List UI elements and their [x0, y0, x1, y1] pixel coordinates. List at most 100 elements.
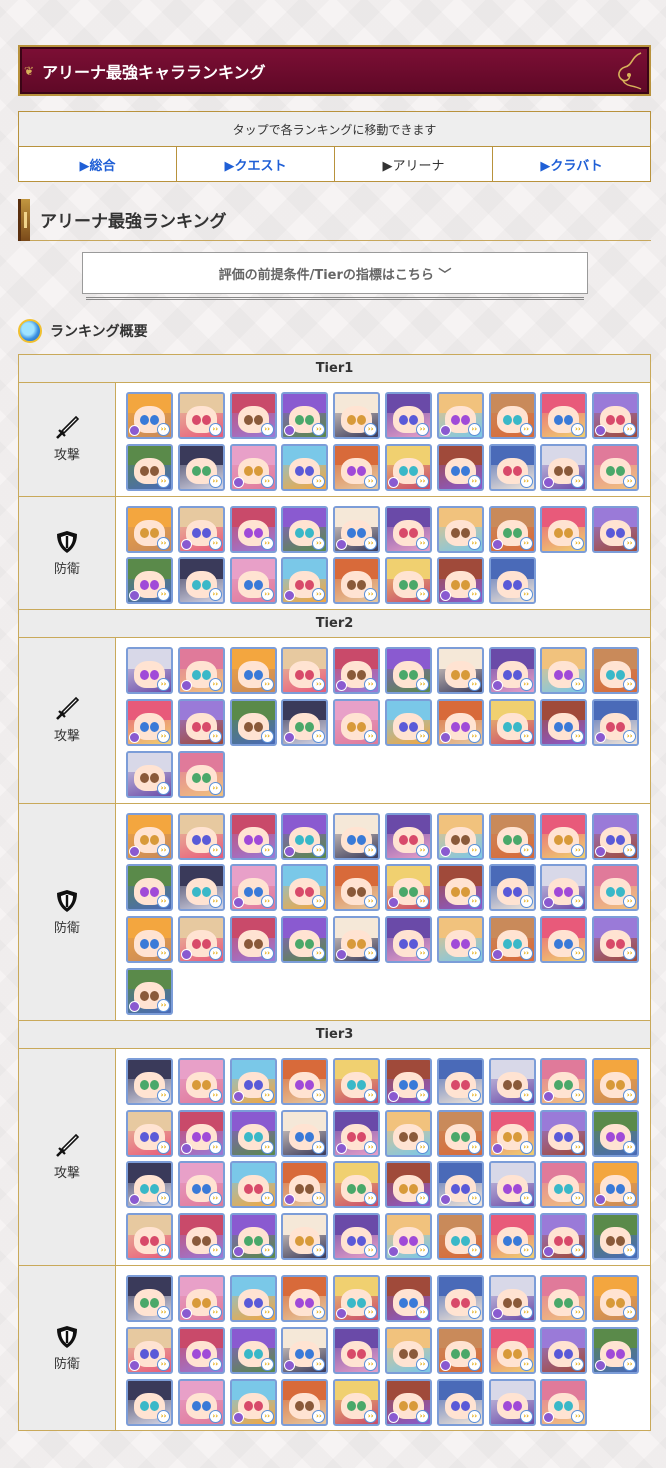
tab-overall[interactable]: ▶総合 [19, 147, 177, 181]
character-icon[interactable]: ›› [177, 750, 225, 798]
character-icon[interactable]: ›› [333, 1378, 381, 1426]
character-icon[interactable]: ›› [592, 864, 640, 912]
character-icon[interactable]: ›› [333, 505, 381, 553]
character-icon[interactable]: ›› [281, 1213, 329, 1261]
character-icon[interactable]: ›› [592, 812, 640, 860]
character-icon[interactable]: ›› [281, 1109, 329, 1157]
character-icon[interactable]: ›› [384, 1213, 432, 1261]
character-icon[interactable]: ›› [281, 557, 329, 605]
character-icon[interactable]: ›› [229, 443, 277, 491]
character-icon[interactable]: ›› [333, 392, 381, 439]
character-icon[interactable]: ›› [281, 647, 329, 695]
character-icon[interactable]: ›› [281, 864, 329, 912]
character-icon[interactable]: ›› [229, 1326, 277, 1374]
character-icon[interactable]: ›› [229, 1213, 277, 1261]
character-icon[interactable]: ›› [488, 698, 536, 746]
character-icon[interactable]: ›› [281, 1057, 329, 1105]
character-icon[interactable]: ›› [177, 1326, 225, 1374]
character-icon[interactable]: ›› [384, 916, 432, 964]
character-icon[interactable]: ›› [592, 647, 640, 695]
character-icon[interactable]: ›› [229, 392, 277, 439]
character-icon[interactable]: ›› [436, 864, 484, 912]
character-icon[interactable]: ›› [488, 1161, 536, 1209]
character-icon[interactable]: ›› [436, 1109, 484, 1157]
character-icon[interactable]: ›› [126, 864, 173, 912]
character-icon[interactable]: ›› [126, 1161, 173, 1209]
character-icon[interactable]: ›› [177, 698, 225, 746]
character-icon[interactable]: ›› [592, 443, 640, 491]
character-icon[interactable]: ›› [592, 392, 640, 439]
character-icon[interactable]: ›› [177, 1057, 225, 1105]
character-icon[interactable]: ›› [592, 1109, 640, 1157]
character-icon[interactable]: ›› [333, 916, 381, 964]
character-icon[interactable]: ›› [592, 698, 640, 746]
character-icon[interactable]: ›› [333, 698, 381, 746]
character-icon[interactable]: ›› [384, 864, 432, 912]
character-icon[interactable]: ›› [384, 1378, 432, 1426]
character-icon[interactable]: ›› [333, 647, 381, 695]
character-icon[interactable]: ›› [540, 916, 588, 964]
character-icon[interactable]: ›› [540, 647, 588, 695]
character-icon[interactable]: ›› [488, 1057, 536, 1105]
character-icon[interactable]: ›› [229, 812, 277, 860]
character-icon[interactable]: ›› [592, 1274, 640, 1322]
character-icon[interactable]: ›› [281, 1378, 329, 1426]
character-icon[interactable]: ›› [177, 505, 225, 553]
character-icon[interactable]: ›› [229, 1161, 277, 1209]
character-icon[interactable]: ›› [177, 557, 225, 605]
character-icon[interactable]: ›› [177, 1213, 225, 1261]
tab-arena[interactable]: ▶アリーナ [335, 147, 493, 181]
character-icon[interactable]: ›› [126, 505, 173, 553]
character-icon[interactable]: ›› [436, 1161, 484, 1209]
character-icon[interactable]: ›› [384, 698, 432, 746]
character-icon[interactable]: ›› [126, 750, 173, 798]
character-icon[interactable]: ›› [281, 1326, 329, 1374]
character-icon[interactable]: ›› [488, 1378, 536, 1426]
character-icon[interactable]: ›› [126, 812, 173, 860]
character-icon[interactable]: ›› [229, 647, 277, 695]
character-icon[interactable]: ›› [540, 1109, 588, 1157]
character-icon[interactable]: ›› [540, 1057, 588, 1105]
character-icon[interactable]: ›› [281, 1274, 329, 1322]
character-icon[interactable]: ›› [229, 505, 277, 553]
character-icon[interactable]: ›› [229, 1109, 277, 1157]
tab-clan-battle[interactable]: ▶クラバト [493, 147, 650, 181]
character-icon[interactable]: ›› [488, 1213, 536, 1261]
character-icon[interactable]: ›› [177, 443, 225, 491]
character-icon[interactable]: ›› [592, 1213, 640, 1261]
character-icon[interactable]: ›› [488, 864, 536, 912]
character-icon[interactable]: ›› [436, 1326, 484, 1374]
character-icon[interactable]: ›› [333, 1274, 381, 1322]
character-icon[interactable]: ›› [126, 916, 173, 964]
character-icon[interactable]: ›› [488, 1326, 536, 1374]
character-icon[interactable]: ›› [281, 443, 329, 491]
character-icon[interactable]: ›› [281, 698, 329, 746]
character-icon[interactable]: ›› [540, 1326, 588, 1374]
character-icon[interactable]: ›› [126, 1378, 173, 1426]
character-icon[interactable]: ›› [540, 698, 588, 746]
character-icon[interactable]: ›› [540, 1378, 588, 1426]
character-icon[interactable]: ›› [592, 1161, 640, 1209]
character-icon[interactable]: ›› [540, 1161, 588, 1209]
character-icon[interactable]: ›› [177, 1274, 225, 1322]
character-icon[interactable]: ›› [436, 812, 484, 860]
character-icon[interactable]: ›› [540, 1213, 588, 1261]
character-icon[interactable]: ›› [384, 812, 432, 860]
character-icon[interactable]: ›› [281, 392, 329, 439]
character-icon[interactable]: ›› [126, 1109, 173, 1157]
character-icon[interactable]: ›› [540, 864, 588, 912]
character-icon[interactable]: ›› [540, 505, 588, 553]
character-icon[interactable]: ›› [177, 392, 225, 439]
character-icon[interactable]: ›› [177, 1109, 225, 1157]
character-icon[interactable]: ›› [333, 1326, 381, 1374]
character-icon[interactable]: ›› [177, 864, 225, 912]
character-icon[interactable]: ›› [229, 864, 277, 912]
character-icon[interactable]: ›› [333, 443, 381, 491]
character-icon[interactable]: ›› [384, 557, 432, 605]
character-icon[interactable]: ›› [281, 812, 329, 860]
character-icon[interactable]: ›› [488, 505, 536, 553]
character-icon[interactable]: ›› [177, 916, 225, 964]
character-icon[interactable]: ›› [436, 1213, 484, 1261]
character-icon[interactable]: ›› [126, 1057, 173, 1105]
character-icon[interactable]: ›› [333, 557, 381, 605]
